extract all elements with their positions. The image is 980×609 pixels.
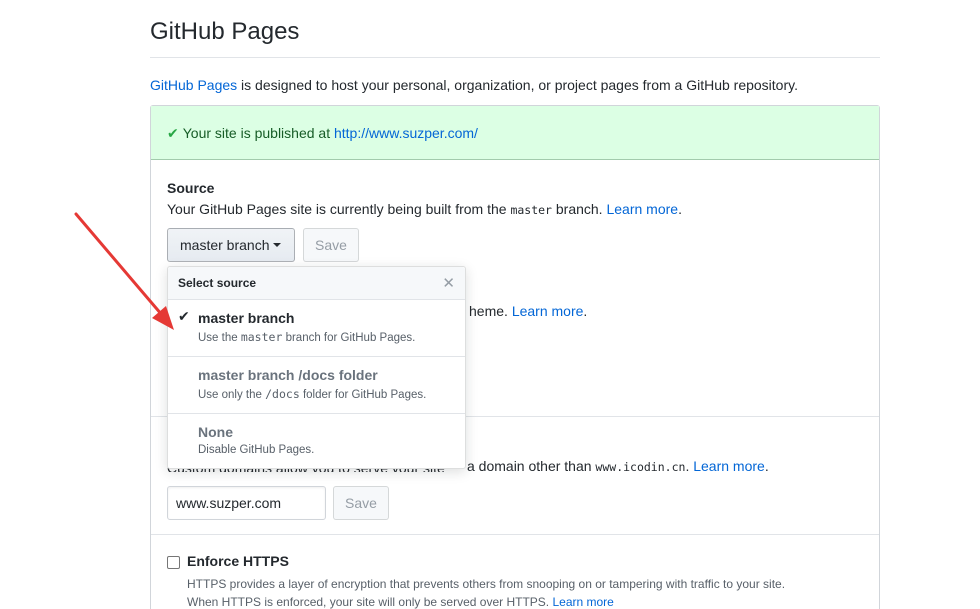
theme-text: heme. bbox=[469, 303, 512, 319]
published-flash: ✔ Your site is published at http://www.su… bbox=[151, 106, 879, 160]
source-heading: Source bbox=[167, 180, 215, 196]
github-pages-link[interactable]: GitHub Pages bbox=[150, 77, 237, 93]
source-desc-after: branch. bbox=[551, 201, 607, 217]
https-learn-more-link[interactable]: Learn more bbox=[552, 595, 613, 609]
custom-learn-more-link[interactable]: Learn more bbox=[693, 458, 765, 474]
source-desc-before: Your GitHub Pages site is currently bein… bbox=[167, 201, 511, 217]
option-description: Disable GitHub Pages. bbox=[198, 444, 455, 456]
theme-description: heme. Learn more. bbox=[469, 303, 588, 319]
enforce-https-checkbox[interactable] bbox=[167, 556, 180, 569]
option-label: master branch bbox=[198, 310, 295, 326]
dropdown-title: Select source bbox=[178, 276, 257, 290]
source-option-docs[interactable]: master branch /docs folder Use only the … bbox=[168, 357, 465, 414]
page-title: GitHub Pages bbox=[150, 18, 300, 45]
select-source-dropdown: Select source ✕ ✔ master branch Use the … bbox=[167, 266, 466, 469]
custom-example-code: www.icodin.cn bbox=[595, 460, 686, 474]
title-divider bbox=[150, 57, 880, 58]
option-desc-before: Use only the bbox=[198, 389, 266, 401]
source-select-label: master branch bbox=[180, 237, 270, 253]
enforce-https-label: Enforce HTTPS bbox=[187, 553, 289, 569]
checkmark-icon: ✔ bbox=[178, 308, 190, 324]
source-description: Your GitHub Pages site is currently bein… bbox=[167, 201, 682, 217]
source-select-button[interactable]: master branch bbox=[167, 228, 295, 262]
option-label: master branch /docs folder bbox=[198, 367, 378, 383]
custom-domain-description: a domain other than www.icodin.cn. Learn… bbox=[467, 458, 769, 474]
option-label: None bbox=[198, 424, 233, 440]
custom-domain-save-button[interactable]: Save bbox=[333, 486, 389, 520]
custom-domain-input[interactable]: www.suzper.com bbox=[167, 486, 326, 520]
option-desc-before: Use the bbox=[198, 332, 241, 344]
option-desc-before: Disable GitHub Pages. bbox=[198, 444, 315, 456]
caret-down-icon bbox=[273, 243, 282, 247]
source-option-master[interactable]: ✔ master branch Use the master branch fo… bbox=[168, 300, 465, 357]
source-branch-code: master bbox=[510, 203, 552, 217]
custom-desc-visible: a domain other than bbox=[467, 458, 596, 474]
https-description: HTTPS provides a layer of encryption tha… bbox=[187, 575, 785, 609]
https-desc-line1: HTTPS provides a layer of encryption tha… bbox=[187, 577, 786, 591]
published-url-link[interactable]: http://www.suzper.com/ bbox=[334, 125, 478, 141]
option-desc-after: branch for GitHub Pages. bbox=[282, 332, 416, 344]
option-desc-code: /docs bbox=[265, 387, 300, 401]
option-desc-after: folder for GitHub Pages. bbox=[299, 389, 427, 401]
https-desc-line2-text: When HTTPS is enforced, your site will o… bbox=[187, 595, 553, 609]
option-desc-code: master bbox=[240, 330, 283, 344]
option-description: Use the master branch for GitHub Pages. bbox=[198, 330, 455, 344]
intro-rest: is designed to host your personal, organ… bbox=[237, 77, 798, 93]
dropdown-header: Select source ✕ bbox=[168, 267, 465, 300]
https-desc-line2: When HTTPS is enforced, your site will o… bbox=[187, 593, 785, 609]
theme-learn-more-link[interactable]: Learn more bbox=[512, 303, 584, 319]
section-divider bbox=[151, 534, 879, 535]
check-icon: ✔ bbox=[167, 125, 179, 141]
source-save-button[interactable]: Save bbox=[303, 228, 359, 262]
close-icon[interactable]: ✕ bbox=[442, 274, 455, 292]
option-description: Use only the /docs folder for GitHub Pag… bbox=[198, 387, 455, 401]
intro-text: GitHub Pages is designed to host your pe… bbox=[150, 77, 798, 93]
source-learn-more-link[interactable]: Learn more bbox=[606, 201, 678, 217]
flash-text: Your site is published at bbox=[182, 125, 334, 141]
source-option-none[interactable]: None Disable GitHub Pages. bbox=[168, 414, 465, 471]
